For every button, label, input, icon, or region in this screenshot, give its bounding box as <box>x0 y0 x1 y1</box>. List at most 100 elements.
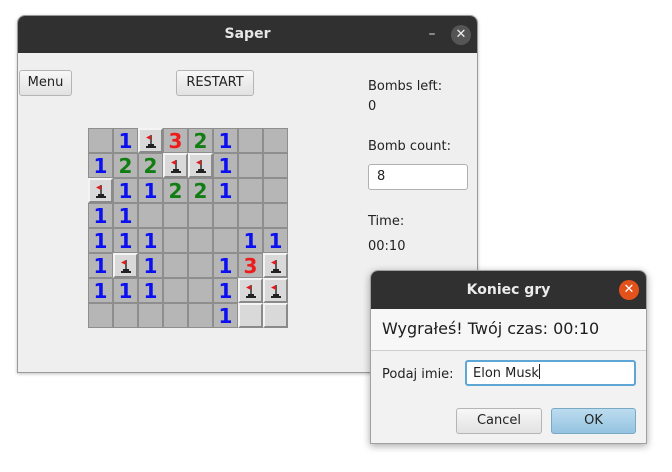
cell-number: 1 <box>118 128 133 153</box>
number-cell[interactable]: 1 <box>138 278 163 303</box>
empty-cell[interactable] <box>188 228 213 253</box>
flagged-cell[interactable] <box>238 278 263 303</box>
window-titlebar[interactable]: Saper – ✕ <box>18 16 477 53</box>
empty-cell[interactable] <box>188 303 213 328</box>
flagged-cell[interactable] <box>263 278 288 303</box>
number-cell[interactable]: 1 <box>213 128 238 153</box>
number-cell[interactable]: 3 <box>163 128 188 153</box>
flag-icon <box>169 158 183 174</box>
flagged-cell[interactable] <box>263 253 288 278</box>
number-cell[interactable]: 1 <box>88 278 113 303</box>
bomb-count-field[interactable]: 8 <box>368 164 468 190</box>
number-cell[interactable]: 2 <box>188 128 213 153</box>
empty-cell[interactable] <box>238 128 263 153</box>
empty-cell[interactable] <box>88 303 113 328</box>
number-cell[interactable]: 2 <box>113 153 138 178</box>
empty-cell[interactable] <box>188 203 213 228</box>
restart-button[interactable]: RESTART <box>176 70 254 96</box>
empty-cell[interactable] <box>263 178 288 203</box>
cell-number: 1 <box>218 128 233 153</box>
number-cell[interactable]: 1 <box>88 228 113 253</box>
empty-cell[interactable] <box>88 128 113 153</box>
empty-cell[interactable] <box>238 153 263 178</box>
empty-cell[interactable] <box>213 203 238 228</box>
empty-cell[interactable] <box>263 153 288 178</box>
empty-cell[interactable] <box>213 228 238 253</box>
empty-cell[interactable] <box>138 203 163 228</box>
empty-cell[interactable] <box>113 303 138 328</box>
dialog-close-button[interactable]: ✕ <box>619 280 639 300</box>
minimize-button[interactable]: – <box>423 24 441 44</box>
cell-number: 1 <box>143 253 158 278</box>
empty-cell[interactable] <box>163 253 188 278</box>
cell-number: 1 <box>93 278 108 303</box>
number-cell[interactable]: 3 <box>238 253 263 278</box>
number-cell[interactable]: 2 <box>163 178 188 203</box>
number-cell[interactable]: 1 <box>113 128 138 153</box>
empty-cell[interactable] <box>188 253 213 278</box>
number-cell[interactable]: 1 <box>138 178 163 203</box>
cell-number: 2 <box>118 153 133 178</box>
empty-cell[interactable] <box>163 203 188 228</box>
number-cell[interactable]: 2 <box>138 153 163 178</box>
empty-cell[interactable] <box>138 303 163 328</box>
cell-number: 2 <box>193 178 208 203</box>
cell-number: 1 <box>118 228 133 253</box>
cell-number: 2 <box>193 128 208 153</box>
number-cell[interactable]: 1 <box>88 153 113 178</box>
ok-button[interactable]: OK <box>551 408 636 434</box>
empty-cell[interactable] <box>188 278 213 303</box>
flag-icon <box>194 158 208 174</box>
empty-cell[interactable] <box>163 228 188 253</box>
cell-number: 2 <box>168 178 183 203</box>
bombs-left-label: Bombs left: <box>368 79 443 94</box>
number-cell[interactable]: 1 <box>138 228 163 253</box>
window-title: Saper <box>224 26 271 42</box>
cell-number: 1 <box>93 153 108 178</box>
number-cell[interactable]: 1 <box>213 278 238 303</box>
cancel-button[interactable]: Cancel <box>456 408 542 434</box>
number-cell[interactable]: 1 <box>213 153 238 178</box>
flag-icon <box>269 258 283 274</box>
empty-cell[interactable] <box>238 203 263 228</box>
empty-cell[interactable] <box>238 178 263 203</box>
name-label: Podaj imie: <box>382 367 454 382</box>
number-cell[interactable]: 1 <box>138 253 163 278</box>
number-cell[interactable]: 1 <box>238 228 263 253</box>
empty-cell[interactable] <box>263 203 288 228</box>
closed-cell[interactable] <box>263 303 288 328</box>
game-over-dialog: Koniec gry ✕ Wygrałeś! Twój czas: 00:10 … <box>370 270 647 444</box>
flag-icon <box>94 183 108 199</box>
cell-number: 1 <box>218 278 233 303</box>
flagged-cell[interactable] <box>163 153 188 178</box>
number-cell[interactable]: 1 <box>213 253 238 278</box>
number-cell[interactable]: 1 <box>88 203 113 228</box>
flagged-cell[interactable] <box>88 178 113 203</box>
dialog-message: Wygrałeś! Twój czas: 00:10 <box>382 319 600 338</box>
number-cell[interactable]: 1 <box>88 253 113 278</box>
closed-cell[interactable] <box>238 303 263 328</box>
empty-cell[interactable] <box>263 128 288 153</box>
flagged-cell[interactable] <box>138 128 163 153</box>
dialog-titlebar[interactable]: Koniec gry ✕ <box>371 271 646 309</box>
number-cell[interactable]: 1 <box>263 228 288 253</box>
cell-number: 2 <box>143 153 158 178</box>
text-cursor <box>538 364 540 379</box>
flagged-cell[interactable] <box>188 153 213 178</box>
empty-cell[interactable] <box>163 303 188 328</box>
name-input[interactable]: Elon Musk <box>465 360 636 386</box>
name-input-value: Elon Musk <box>473 366 539 381</box>
cell-number: 1 <box>218 153 233 178</box>
number-cell[interactable]: 1 <box>113 178 138 203</box>
number-cell[interactable]: 1 <box>213 178 238 203</box>
close-button[interactable]: ✕ <box>451 25 471 45</box>
number-cell[interactable]: 1 <box>113 203 138 228</box>
empty-cell[interactable] <box>163 278 188 303</box>
cell-number: 1 <box>218 178 233 203</box>
flagged-cell[interactable] <box>113 253 138 278</box>
number-cell[interactable]: 1 <box>213 303 238 328</box>
menu-button[interactable]: Menu <box>19 70 72 96</box>
number-cell[interactable]: 1 <box>113 278 138 303</box>
number-cell[interactable]: 1 <box>113 228 138 253</box>
number-cell[interactable]: 2 <box>188 178 213 203</box>
